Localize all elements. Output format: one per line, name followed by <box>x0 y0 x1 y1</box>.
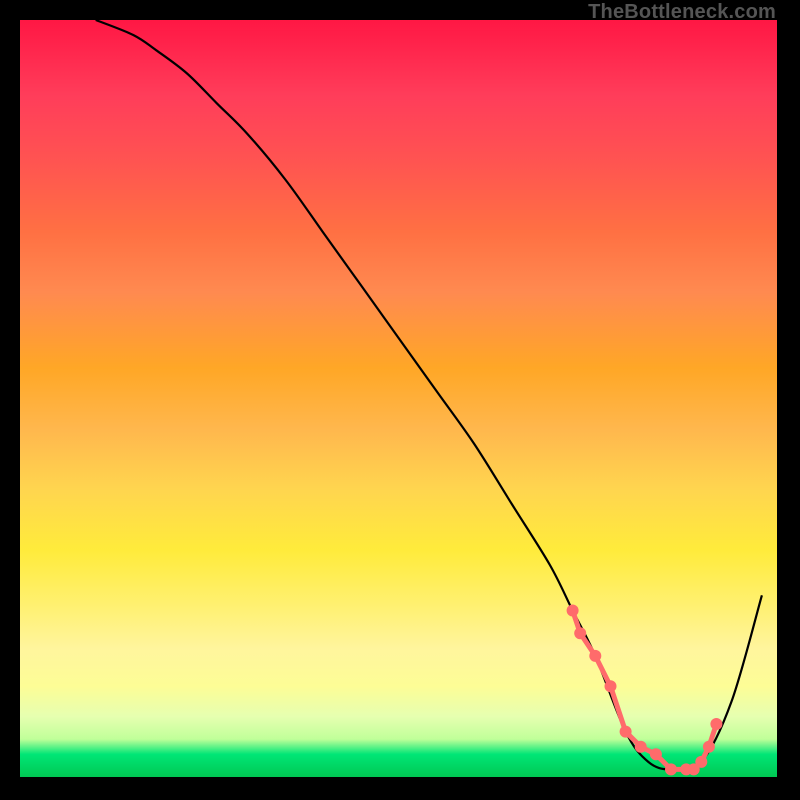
optimal-marker <box>710 718 722 730</box>
bottleneck-curve-path <box>96 20 762 770</box>
optimal-marker <box>589 650 601 662</box>
optimal-marker <box>574 627 586 639</box>
optimal-marker <box>650 748 662 760</box>
optimal-marker <box>703 741 715 753</box>
figure-frame: TheBottleneck.com <box>0 0 800 800</box>
main-curve-group <box>96 20 762 770</box>
heatmap-background <box>20 20 777 777</box>
optimal-marker <box>635 741 647 753</box>
optimal-marker <box>665 763 677 775</box>
optimal-marker <box>605 680 617 692</box>
optimal-marker <box>567 605 579 617</box>
optimal-marker <box>620 726 632 738</box>
chart-svg <box>20 20 777 777</box>
optimal-marker <box>695 756 707 768</box>
attribution-text: TheBottleneck.com <box>588 2 776 22</box>
marker-group <box>567 605 723 776</box>
optimal-segment <box>611 686 626 731</box>
